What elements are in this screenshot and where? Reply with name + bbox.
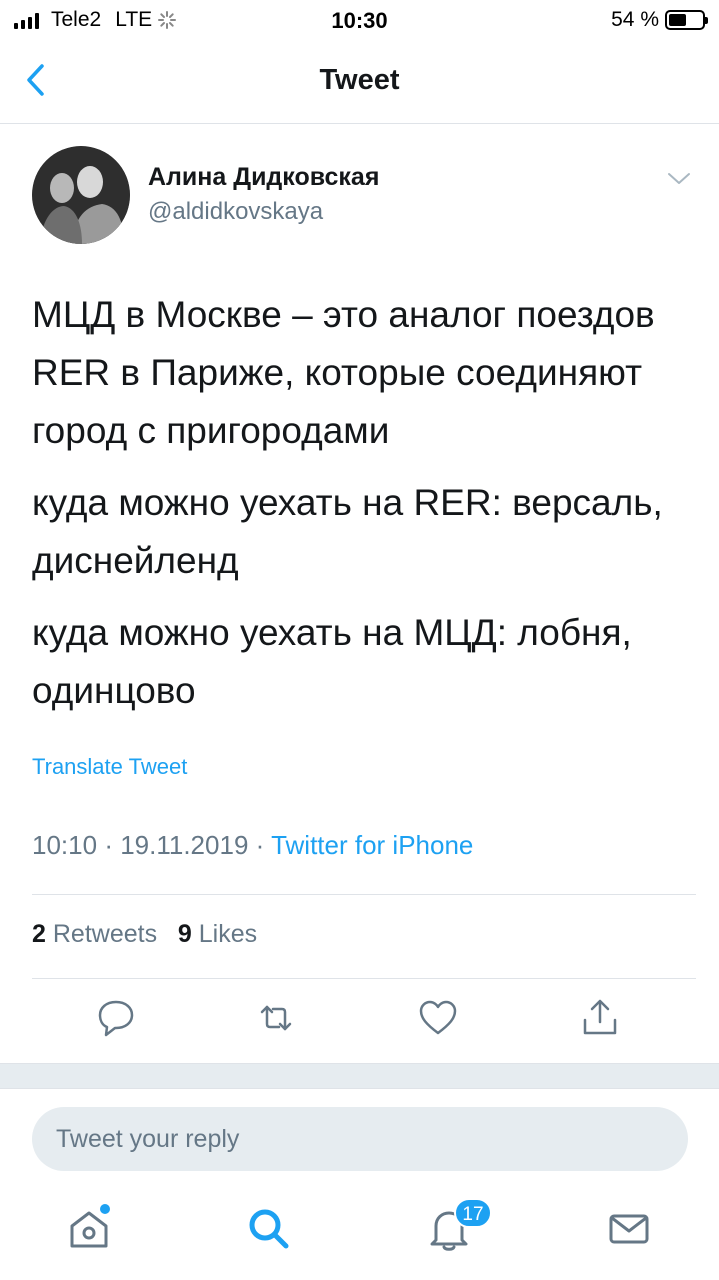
likes-count: 9 <box>177 920 192 948</box>
home-new-content-dot <box>100 1204 110 1214</box>
mail-icon <box>609 1214 649 1244</box>
more-options-button[interactable] <box>666 168 692 188</box>
tweet-time: 10:10 <box>32 830 98 860</box>
tweet-text: МЦД в Москве – это аналог поездов RER в … <box>32 286 692 734</box>
divider <box>32 894 696 895</box>
tab-bar <box>0 1190 719 1280</box>
tab-search[interactable] <box>244 1204 294 1254</box>
search-icon <box>249 1209 289 1249</box>
likes-label: Likes <box>198 920 258 948</box>
like-button[interactable] <box>416 996 460 1040</box>
notifications-badge: 17 <box>454 1198 492 1228</box>
tweet-paragraph: куда можно уехать на МЦД: лобня, одинцов… <box>32 612 632 711</box>
tweet-date: 19.11.2019 <box>120 830 249 860</box>
tweet-paragraph: МЦД в Москве – это аналог поездов RER в … <box>32 294 655 451</box>
meta-separator: · <box>255 830 272 860</box>
battery-percent: 54 % <box>611 8 659 31</box>
status-bar: Tele2 LTE 10:30 54 % <box>0 0 719 40</box>
battery-level <box>669 14 687 26</box>
avatar-photo <box>32 146 130 244</box>
reply-icon <box>98 1000 134 1037</box>
section-separator <box>0 1063 719 1089</box>
tweet-header: Алина Дидковская @aldidkovskaya <box>32 146 692 246</box>
tweet-actions <box>0 996 719 1046</box>
page-title: Tweet <box>319 64 400 96</box>
meta-separator: · <box>104 830 121 860</box>
retweet-button[interactable] <box>254 996 298 1040</box>
heart-icon <box>419 1000 457 1035</box>
divider <box>32 978 696 979</box>
translate-tweet-link[interactable]: Translate Tweet <box>32 754 187 780</box>
status-right: 54 % <box>611 8 708 32</box>
reply-input[interactable] <box>32 1107 688 1171</box>
battery-icon <box>665 10 708 30</box>
tweet-stats: 2 Retweets 9 Likes <box>32 920 257 949</box>
author-handle[interactable]: @aldidkovskaya <box>148 198 323 226</box>
reply-button[interactable] <box>94 996 138 1040</box>
tweet-meta: 10:10 · 19.11.2019 · Twitter for iPhone <box>32 830 473 861</box>
tweet-paragraph: куда можно уехать на RER: версаль, дисне… <box>32 482 663 581</box>
tab-messages[interactable] <box>604 1204 654 1254</box>
likes-stat[interactable]: 9 Likes <box>178 920 257 948</box>
chevron-down-icon <box>668 173 690 184</box>
tweet-source-link[interactable]: Twitter for iPhone <box>271 830 473 860</box>
retweets-label: Retweets <box>52 920 158 948</box>
avatar[interactable] <box>32 146 130 244</box>
retweet-icon <box>260 1005 292 1031</box>
reply-box[interactable] <box>32 1107 688 1171</box>
author-name[interactable]: Алина Дидковская <box>148 163 379 192</box>
navigation-bar: Tweet <box>0 40 719 124</box>
retweets-stat[interactable]: 2 Retweets <box>32 920 157 948</box>
share-icon <box>583 999 617 1035</box>
share-button[interactable] <box>578 996 622 1040</box>
retweets-count: 2 <box>32 920 46 948</box>
